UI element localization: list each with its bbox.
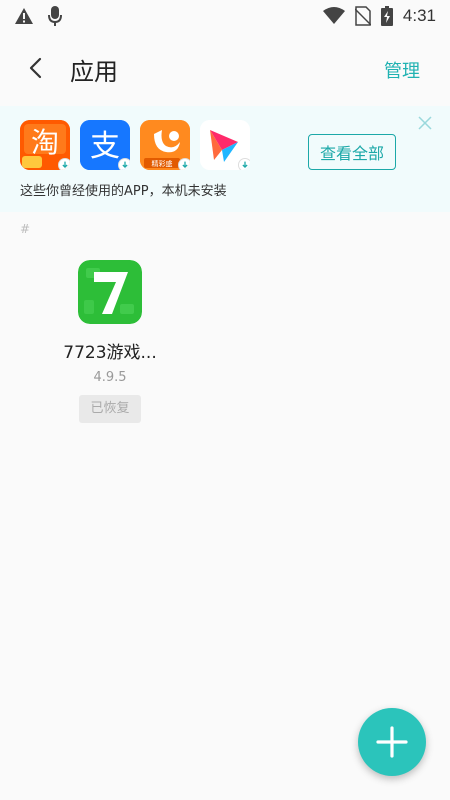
status-time: 4:31 (402, 6, 436, 25)
manage-button[interactable]: 管理 (384, 57, 420, 83)
app-version: 4.9.5 (93, 370, 127, 385)
uninstalled-apps-banner[interactable]: 淘 支 精彩盛 这些你曾经使用的APP，本机未安装 查看全部 (0, 106, 450, 212)
warning-icon (15, 8, 33, 24)
wifi-icon (322, 7, 345, 24)
back-arrow-icon[interactable] (22, 54, 50, 82)
mic-icon (48, 6, 62, 26)
add-fab-button[interactable] (358, 708, 426, 776)
video-app-icon[interactable] (200, 120, 250, 170)
uc-browser-app-icon[interactable]: 精彩盛 (140, 120, 190, 170)
7723-game-app-icon[interactable] (78, 260, 142, 324)
taobao-app-icon[interactable]: 淘 (20, 120, 70, 170)
banner-app-icons: 淘 支 精彩盛 (20, 120, 250, 170)
download-badge-icon (238, 158, 250, 170)
restored-status-badge: 已恢复 (79, 395, 141, 423)
alipay-glyph: 支 (90, 129, 120, 164)
battery-charging-icon (380, 6, 393, 26)
status-right: 4:31 (322, 6, 436, 26)
view-all-button[interactable]: 查看全部 (308, 134, 396, 170)
page-title: 应用 (70, 58, 118, 86)
app-list-item[interactable]: 7723游戏... 4.9.5 已恢复 (58, 260, 162, 423)
download-badge-icon (178, 158, 190, 170)
no-sim-icon (354, 6, 371, 26)
taobao-glyph: 淘 (31, 126, 59, 159)
status-bar: 4:31 (0, 0, 450, 32)
download-badge-icon (118, 158, 130, 170)
download-badge-icon (58, 158, 70, 170)
status-left (14, 6, 62, 26)
close-icon[interactable] (418, 116, 432, 130)
alipay-app-icon[interactable]: 支 (80, 120, 130, 170)
app-name: 7723游戏... (63, 343, 157, 363)
section-index-header: # (20, 222, 31, 236)
plus-icon (376, 726, 408, 758)
banner-description: 这些你曾经使用的APP，本机未安装 (20, 184, 227, 199)
app-bar: 应用 管理 (0, 32, 450, 104)
uc-badge-text: 精彩盛 (152, 159, 173, 168)
